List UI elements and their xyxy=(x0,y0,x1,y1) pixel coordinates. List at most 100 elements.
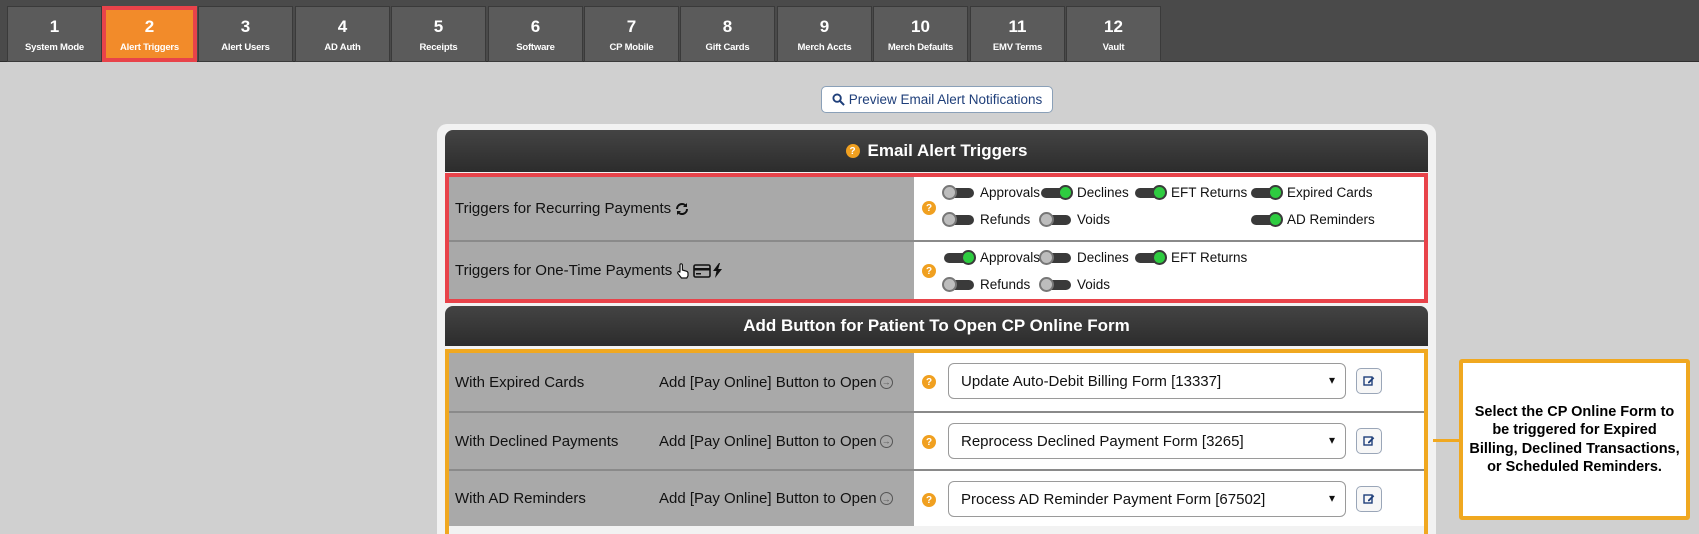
tab-label: Merch Defaults xyxy=(887,42,954,53)
tab-label: Gift Cards xyxy=(705,42,750,53)
toggle-switch[interactable] xyxy=(1039,211,1071,227)
form-row-sub: Add [Pay Online] Button to Open → xyxy=(659,374,893,391)
form-row-sub-label: Add [Pay Online] Button to Open xyxy=(659,490,877,507)
onetime-label-cell: Triggers for One-Time Payments xyxy=(449,242,914,299)
toggle-switch[interactable] xyxy=(942,184,974,200)
toggle-label: EFT Returns xyxy=(1171,250,1248,265)
add-button-title: Add Button for Patient To Open CP Online… xyxy=(743,316,1130,335)
tab-label: AD Auth xyxy=(324,42,361,53)
toggle-label: Declines xyxy=(1077,185,1129,200)
toggle-label: Voids xyxy=(1077,212,1111,227)
toggle-switch[interactable] xyxy=(1135,184,1167,200)
toggle-label: Expired Cards xyxy=(1287,185,1373,200)
toggle-switch[interactable] xyxy=(1041,184,1073,200)
edit-form-button[interactable] xyxy=(1356,486,1382,512)
form-row-declined-payments: With Declined Payments Add [Pay Online] … xyxy=(449,411,1424,469)
tab-merch-accts[interactable]: 9 Merch Accts xyxy=(777,6,872,62)
form-select-expired-cards[interactable]: Update Auto-Debit Billing Form [13337] ▾ xyxy=(948,363,1346,399)
preview-email-alerts-button[interactable]: Preview Email Alert Notifications xyxy=(821,86,1053,113)
toggle-switch[interactable] xyxy=(942,276,974,292)
toggle-switch[interactable] xyxy=(1135,249,1167,265)
tab-emv-terms[interactable]: 11 EMV Terms xyxy=(970,6,1065,62)
toggle-switch[interactable] xyxy=(942,211,974,227)
form-row-sub: Add [Pay Online] Button to Open → xyxy=(659,490,893,507)
toggle-switch[interactable] xyxy=(944,249,976,265)
toggle-recurring-voids[interactable]: Voids xyxy=(1039,211,1111,227)
tab-label: Receipts xyxy=(419,42,458,53)
triggers-section: Triggers for Recurring Payments ? Approv… xyxy=(445,173,1428,303)
tab-number: 3 xyxy=(240,17,251,36)
chevron-down-icon: ▾ xyxy=(1328,373,1335,387)
tab-ad-auth[interactable]: 4 AD Auth xyxy=(295,6,390,62)
tab-receipts[interactable]: 5 Receipts xyxy=(391,6,486,62)
tab-merch-defaults[interactable]: 10 Merch Defaults xyxy=(873,6,968,62)
help-icon[interactable]: ? xyxy=(922,201,936,215)
callout-annotation: Select the CP Online Form to be triggere… xyxy=(1459,359,1690,520)
help-icon[interactable]: ? xyxy=(922,375,936,389)
edit-form-button[interactable] xyxy=(1356,428,1382,454)
form-row-ad-reminders: With AD Reminders Add [Pay Online] Butto… xyxy=(449,469,1424,526)
toggle-recurring-ad-reminders[interactable]: AD Reminders xyxy=(1251,211,1375,227)
form-row-select-cell: ? Update Auto-Debit Billing Form [13337]… xyxy=(914,353,1424,411)
help-icon[interactable]: ? xyxy=(922,435,936,449)
toggle-recurring-approvals[interactable]: Approvals xyxy=(942,184,1041,200)
form-select-declined-payments[interactable]: Reprocess Declined Payment Form [3265] ▾ xyxy=(948,423,1346,459)
tab-vault[interactable]: 12 Vault xyxy=(1066,6,1161,62)
toggle-switch[interactable] xyxy=(1251,184,1283,200)
tab-number: 2 xyxy=(144,17,155,36)
toggle-switch[interactable] xyxy=(1039,249,1071,265)
form-row-sub-label: Add [Pay Online] Button to Open xyxy=(659,432,877,450)
settings-panel: ? Email Alert Triggers Triggers for Recu… xyxy=(437,124,1436,534)
tab-cp-mobile[interactable]: 7 CP Mobile xyxy=(584,6,679,62)
toggle-onetime-eft-returns[interactable]: EFT Returns xyxy=(1135,249,1248,265)
edit-icon xyxy=(1363,494,1375,504)
tab-label: Alert Triggers xyxy=(120,42,179,53)
help-icon[interactable]: ? xyxy=(922,493,936,507)
tab-label: Software xyxy=(516,42,555,53)
help-icon[interactable]: ? xyxy=(922,264,936,278)
credit-card-icon xyxy=(693,263,712,278)
toggle-onetime-declines[interactable]: Declines xyxy=(1039,249,1129,265)
arrow-circle-right-icon: → xyxy=(879,375,893,389)
form-row-label: With AD Reminders xyxy=(455,490,586,507)
form-select-ad-reminders[interactable]: Process AD Reminder Payment Form [67502]… xyxy=(948,481,1346,517)
form-row-label-cell: With Declined Payments Add [Pay Online] … xyxy=(449,413,914,469)
tab-number: 1 xyxy=(49,17,60,36)
tab-alert-users[interactable]: 3 Alert Users xyxy=(198,6,293,62)
toggle-onetime-voids[interactable]: Voids xyxy=(1039,276,1110,292)
arrow-circle-right-icon: → xyxy=(879,434,893,448)
recurring-toggles-cell: ? Approvals Declines EFT Returns Expired… xyxy=(914,177,1424,240)
toggle-label: Refunds xyxy=(980,277,1031,292)
toggle-label: Approvals xyxy=(980,250,1041,265)
toggle-recurring-expired-cards[interactable]: Expired Cards xyxy=(1251,184,1373,200)
tab-number: 4 xyxy=(337,17,348,36)
toggle-recurring-eft-returns[interactable]: EFT Returns xyxy=(1135,184,1247,200)
search-icon xyxy=(832,93,845,106)
form-row-label: With Expired Cards xyxy=(455,373,585,391)
edit-icon xyxy=(1363,436,1375,446)
toggle-switch[interactable] xyxy=(1039,276,1071,292)
tab-gift-cards[interactable]: 8 Gift Cards xyxy=(680,6,775,62)
tab-label: Vault xyxy=(1102,42,1125,53)
tab-software[interactable]: 6 Software xyxy=(488,6,583,62)
toggle-label: Declines xyxy=(1077,250,1129,265)
toggle-switch[interactable] xyxy=(1251,211,1283,227)
toggle-label: Approvals xyxy=(980,185,1041,200)
form-row-label-cell: With AD Reminders Add [Pay Online] Butto… xyxy=(449,471,914,526)
toggle-recurring-declines[interactable]: Declines xyxy=(1041,184,1129,200)
tab-alert-triggers[interactable]: 2 Alert Triggers xyxy=(102,6,197,62)
select-value: Update Auto-Debit Billing Form [13337] xyxy=(961,372,1222,390)
toggle-recurring-refunds[interactable]: Refunds xyxy=(942,211,1030,227)
recurring-triggers-row: Triggers for Recurring Payments ? Approv… xyxy=(449,177,1424,240)
online-form-section: With Expired Cards Add [Pay Online] Butt… xyxy=(445,349,1428,534)
edit-form-button[interactable] xyxy=(1356,368,1382,394)
toggle-onetime-approvals[interactable]: Approvals xyxy=(944,249,1041,265)
top-nav: 1 System Mode 2 Alert Triggers 3 Alert User… xyxy=(0,0,1699,62)
tab-number: 6 xyxy=(530,17,541,36)
tab-system-mode[interactable]: 1 System Mode xyxy=(7,6,102,62)
form-row-sub: Add [Pay Online] Button to Open → xyxy=(659,433,893,450)
tab-label: CP Mobile xyxy=(609,42,654,53)
tab-number: 8 xyxy=(722,17,733,36)
toggle-onetime-refunds[interactable]: Refunds xyxy=(942,276,1031,292)
help-icon[interactable]: ? xyxy=(845,144,860,158)
